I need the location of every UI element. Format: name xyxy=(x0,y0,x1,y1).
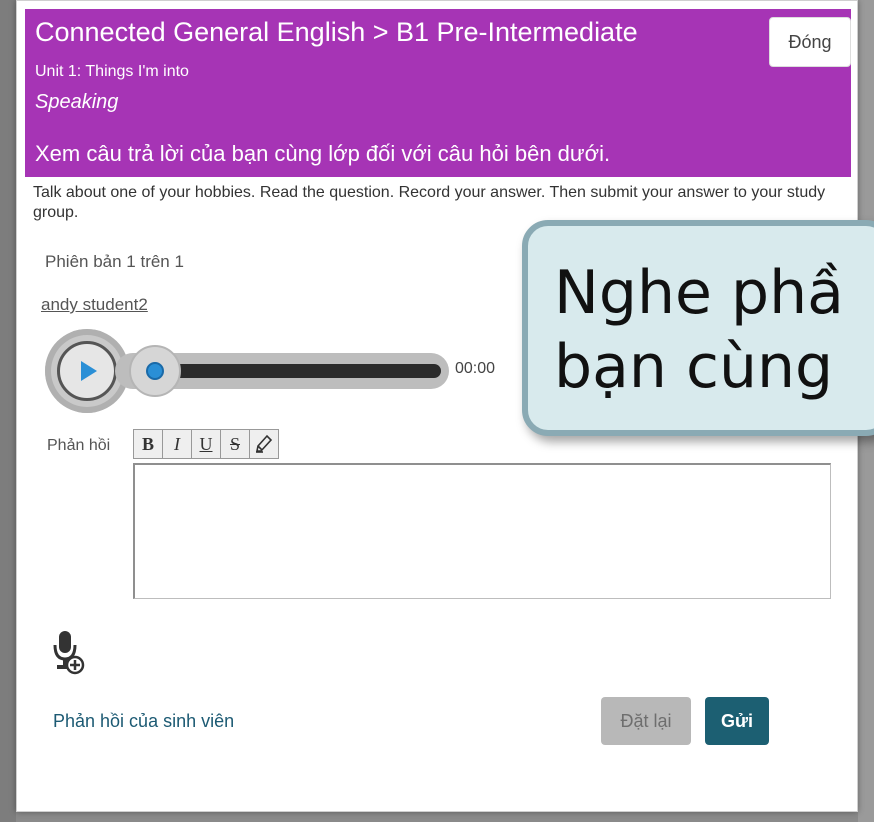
add-voice-comment-icon[interactable] xyxy=(51,629,85,675)
editor-toolbar: B I U S xyxy=(133,429,279,459)
audio-player: 00:00 xyxy=(45,329,525,413)
underline-button[interactable]: U xyxy=(192,430,221,458)
callout-line-1: Nghe phầ xyxy=(554,258,844,328)
seek-track[interactable] xyxy=(115,345,449,397)
seek-knob[interactable] xyxy=(129,345,181,397)
highlighter-icon xyxy=(256,434,273,453)
close-button[interactable]: Đóng xyxy=(769,17,851,67)
submit-button[interactable]: Gửi xyxy=(705,697,769,745)
play-button-inner xyxy=(57,341,117,401)
seek-bar xyxy=(155,364,441,378)
instruction-text: Xem câu trả lời của bạn cùng lớp đối với… xyxy=(35,141,611,166)
question-prompt: Talk about one of your hobbies. Read the… xyxy=(33,184,826,221)
highlighter-button[interactable] xyxy=(250,430,278,458)
callout-line-2: bạn cùng xyxy=(554,332,834,402)
unit-label: Unit 1: Things I'm into xyxy=(35,63,189,80)
seek-knob-dot xyxy=(146,362,164,380)
callout-text: Nghe phầ bạn cùng xyxy=(554,256,844,404)
reset-button[interactable]: Đặt lại xyxy=(601,697,691,745)
section-label: Speaking xyxy=(35,91,119,113)
student-name-link[interactable]: andy student2 xyxy=(41,295,148,315)
tutorial-callout: Nghe phầ bạn cùng xyxy=(522,220,874,436)
strikethrough-button[interactable]: S xyxy=(221,430,250,458)
background-left xyxy=(0,0,16,822)
course-title: Connected General English > B1 Pre-Inter… xyxy=(35,17,638,47)
italic-button[interactable]: I xyxy=(163,430,192,458)
time-display: 00:00 xyxy=(455,360,496,377)
feedback-editor[interactable] xyxy=(133,463,831,599)
bold-button[interactable]: B xyxy=(134,430,163,458)
feedback-label: Phản hồi xyxy=(47,437,111,454)
dialog-header: Connected General English > B1 Pre-Inter… xyxy=(25,9,851,177)
version-label: Phiên bản 1 trên 1 xyxy=(45,252,184,271)
student-feedback-link[interactable]: Phản hồi của sinh viên xyxy=(53,711,234,732)
play-icon xyxy=(81,361,97,381)
